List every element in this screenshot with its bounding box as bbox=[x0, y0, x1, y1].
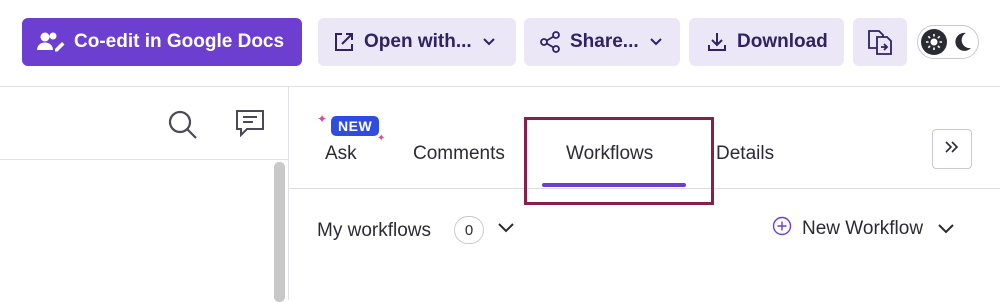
new-badge: NEW bbox=[331, 116, 380, 136]
download-button[interactable]: Download bbox=[689, 18, 844, 66]
chevron-down-icon[interactable] bbox=[497, 221, 515, 239]
open-external-icon bbox=[332, 30, 356, 54]
side-panel: ✦ NEW ✦ Ask Comments Workflows Details M… bbox=[289, 87, 1000, 300]
download-label: Download bbox=[737, 31, 828, 52]
my-workflows-title: My workflows bbox=[317, 220, 432, 241]
comment-icon[interactable] bbox=[235, 109, 265, 142]
top-toolbar: Co-edit in Google Docs Open with... Shar… bbox=[0, 0, 1000, 87]
sparkle-icon: ✦ bbox=[377, 133, 386, 144]
search-icon[interactable] bbox=[167, 109, 199, 146]
chevron-down-icon bbox=[482, 37, 496, 47]
new-workflow-label: New Workflow bbox=[802, 218, 924, 239]
sparkle-icon: ✦ bbox=[317, 112, 328, 126]
tab-comments[interactable]: Comments bbox=[413, 143, 505, 165]
plus-circle-icon bbox=[772, 216, 792, 242]
document-toolbar bbox=[0, 87, 288, 160]
share-icon bbox=[538, 30, 562, 54]
coedit-label: Co-edit in Google Docs bbox=[74, 31, 285, 52]
tab-details[interactable]: Details bbox=[716, 143, 774, 165]
download-icon bbox=[705, 30, 729, 54]
share-button[interactable]: Share... bbox=[524, 18, 680, 66]
theme-toggle[interactable] bbox=[917, 25, 979, 59]
convert-button[interactable] bbox=[853, 18, 907, 66]
share-label: Share... bbox=[570, 31, 639, 52]
panel-tabs: ✦ NEW ✦ Ask Comments Workflows Details bbox=[289, 87, 1000, 205]
sun-icon bbox=[921, 29, 947, 55]
scrollbar[interactable] bbox=[274, 162, 285, 302]
new-workflow-button[interactable]: New Workflow bbox=[772, 216, 955, 242]
coedit-google-docs-button[interactable]: Co-edit in Google Docs bbox=[22, 18, 302, 66]
chevron-down-icon bbox=[649, 37, 663, 47]
open-with-button[interactable]: Open with... bbox=[318, 18, 516, 66]
convert-icon bbox=[866, 27, 894, 57]
highlight-box bbox=[524, 117, 714, 205]
collapse-panel-button[interactable] bbox=[932, 129, 972, 169]
tab-ask[interactable]: Ask bbox=[325, 143, 357, 165]
moon-icon bbox=[953, 31, 973, 58]
document-pane bbox=[0, 87, 289, 302]
double-chevron-right-icon bbox=[944, 140, 960, 159]
chevron-down-icon bbox=[937, 223, 955, 235]
users-edit-icon bbox=[36, 30, 66, 54]
open-with-label: Open with... bbox=[364, 31, 472, 52]
workflow-count-badge: 0 bbox=[454, 216, 484, 244]
